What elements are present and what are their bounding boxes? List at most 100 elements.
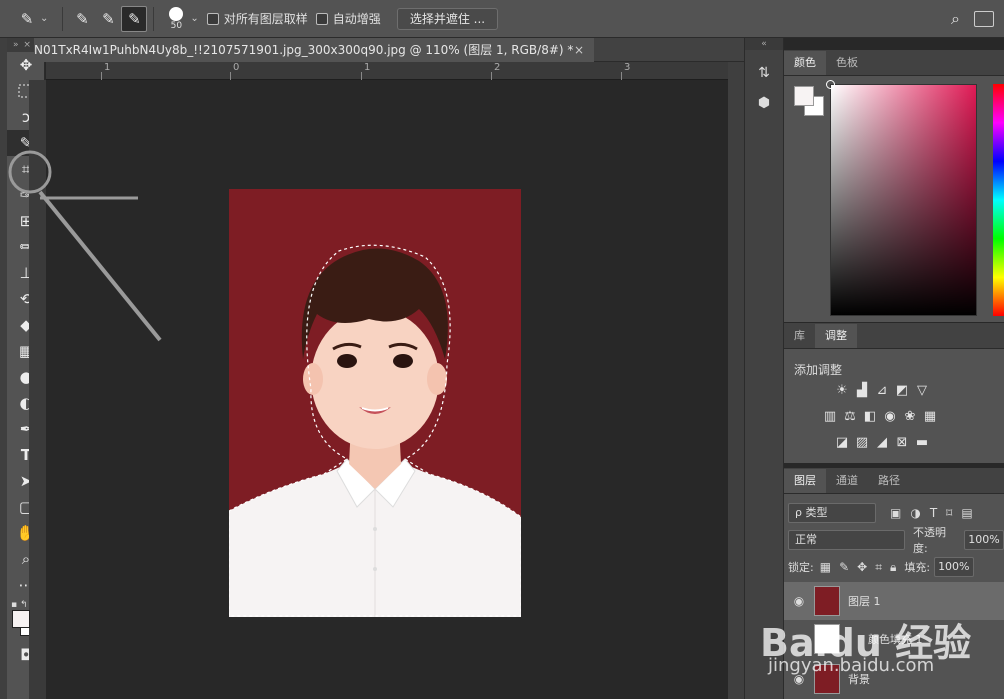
color-balance-icon[interactable]: ⚖ — [842, 409, 858, 425]
hue-slider[interactable] — [993, 84, 1004, 316]
collapse-icon[interactable]: « — [745, 38, 783, 50]
blend-opacity-row: 正常 不透明度: 100% — [788, 526, 1004, 555]
tab-layers[interactable]: 图层 — [784, 469, 826, 493]
fill-label: 填充: — [904, 561, 931, 574]
photo-filter-icon[interactable]: ◉ — [882, 409, 898, 425]
adjustments-panel: 库 调整 添加调整 ☀ ▟ ⊿ ◩ ▽ ▥ ⚖ ◧ ◉ ❀ ▦ ◪ ▨ ◢ ⊠ … — [784, 323, 1004, 463]
add-adjustment-label: 添加调整 — [794, 363, 843, 377]
black-white-icon[interactable]: ◧ — [862, 409, 878, 425]
layer-filter-dropdown[interactable]: ρ 类型 — [788, 503, 876, 523]
tab-libraries[interactable]: 库 — [784, 324, 815, 348]
brush-size-picker[interactable]: 50 — [164, 6, 188, 31]
3d-panel-icon[interactable]: ⬢ — [745, 88, 783, 118]
pixel-filter-icon[interactable]: ▣ — [890, 506, 901, 520]
opacity-label: 不透明度: — [913, 526, 947, 555]
left-edge-strip — [0, 38, 7, 699]
lock-all-icon[interactable]: 🔒︎ — [890, 560, 896, 575]
hue-saturation-icon[interactable]: ▥ — [822, 409, 838, 425]
lock-artboard-icon[interactable]: ⌗ — [875, 560, 882, 575]
tab-channels[interactable]: 通道 — [826, 469, 868, 493]
brush-size-value: 50 — [170, 20, 183, 31]
lock-fill-row: 锁定: ▦ ✎ ✥ ⌗ 🔒︎ 填充: 100% — [788, 555, 1004, 579]
exposure-icon[interactable]: ◩ — [894, 383, 910, 399]
annotation-arrow — [8, 150, 162, 342]
color-picker-handle[interactable] — [826, 80, 835, 89]
foreground-color-swatch[interactable] — [12, 610, 30, 628]
sample-all-layers-label: 对所有图层取样 — [223, 12, 308, 26]
ruler-tick-label: 3 — [624, 62, 631, 73]
opacity-input[interactable]: 100% — [964, 530, 1004, 550]
adjustment-filter-icon[interactable]: ◑ — [910, 506, 920, 520]
workspace-icon[interactable] — [974, 10, 994, 27]
ruler-tick-label: 1 — [104, 62, 111, 73]
adjustment-row: ▥ ⚖ ◧ ◉ ❀ ▦ — [822, 409, 938, 425]
ruler-tick-label: 1 — [364, 62, 371, 73]
tab-adjustments[interactable]: 调整 — [815, 324, 857, 348]
chevron-down-icon[interactable]: ⌄ — [40, 13, 48, 24]
levels-icon[interactable]: ▟ — [854, 383, 870, 399]
threshold-icon[interactable]: ◢ — [874, 435, 890, 451]
tab-paths[interactable]: 路径 — [868, 469, 910, 493]
sample-all-layers-checkbox[interactable]: 对所有图层取样 — [206, 10, 308, 27]
smart-object-filter-icon[interactable]: ▤ — [961, 506, 972, 520]
baidu-watermark-url: jingyan.baidu.com — [768, 655, 935, 676]
layers-panel-tabs: 图层 通道 路径 — [784, 468, 1004, 494]
lock-position-icon[interactable]: ✥ — [857, 560, 867, 575]
auto-enhance-label: 自动增强 — [332, 12, 381, 26]
select-and-mask-button[interactable]: 选择并遮住 ... — [396, 7, 499, 30]
blend-mode-dropdown[interactable]: 正常 — [788, 530, 906, 550]
options-bar: ✎ ⌄ ✎ ✎ ✎ 50 ⌄ 对所有图层取样 自动增强 选择并遮住 ... ⌕ — [0, 0, 1004, 38]
gradient-map-icon[interactable]: ▬ — [914, 435, 930, 451]
color-lookup-icon[interactable]: ▦ — [922, 409, 938, 425]
vertical-scrollbar[interactable] — [728, 62, 744, 699]
lock-label: 锁定: — [788, 561, 814, 574]
curves-icon[interactable]: ⊿ — [874, 383, 890, 399]
ruler-tick-label: 0 — [233, 62, 240, 73]
ruler-tick — [230, 72, 231, 80]
selective-color-icon[interactable]: ⊠ — [894, 435, 910, 451]
channel-mixer-icon[interactable]: ❀ — [902, 409, 918, 425]
type-filter-icon[interactable]: T — [930, 506, 937, 520]
invert-icon[interactable]: ◪ — [834, 435, 850, 451]
vibrance-icon[interactable]: ▽ — [914, 383, 930, 399]
chevron-down-icon[interactable]: ⌄ — [190, 13, 198, 24]
close-icon[interactable]: × — [574, 38, 584, 62]
fill-input[interactable]: 100% — [934, 557, 975, 577]
portrait-image — [229, 189, 521, 617]
adjustments-panel-tabs: 库 调整 — [784, 323, 1004, 349]
posterize-icon[interactable]: ▨ — [854, 435, 870, 451]
brush-tip-icon — [169, 6, 184, 21]
subtract-from-selection-icon[interactable]: ✎ — [121, 5, 148, 32]
adjustment-row: ☀ ▟ ⊿ ◩ ▽ — [834, 383, 930, 399]
document-tab[interactable]: N01TxR4Iw1PuhbN4Uy8b_!!2107571901.jpg_30… — [34, 38, 594, 62]
horizontal-ruler: 1 0 1 2 3 — [46, 62, 728, 80]
brightness-icon[interactable]: ☀ — [834, 383, 850, 399]
ruler-tick — [491, 72, 492, 80]
swap-colors-icon[interactable]: ▪ ↰ — [11, 600, 28, 610]
color-panel-tabs: 颜色 色板 — [784, 50, 1004, 76]
collapsed-panel-strip: « ⇅ ⬢ — [744, 38, 784, 699]
visibility-eye-icon[interactable]: ◉ — [784, 594, 814, 608]
shape-filter-icon[interactable]: ⌑ — [946, 506, 952, 520]
document-tab-title: N01TxR4Iw1PuhbN4Uy8b_!!2107571901.jpg_30… — [34, 43, 574, 57]
search-icon[interactable]: ⌕ — [951, 9, 960, 29]
checkbox-box[interactable] — [206, 12, 219, 25]
lock-image-icon[interactable]: ✎ — [839, 560, 849, 575]
layer-filter-row: ρ 类型 ▣ ◑ T ⌑ ▤ — [788, 501, 1004, 525]
ruler-tick — [621, 72, 622, 80]
document-tab-bar: N01TxR4Iw1PuhbN4Uy8b_!!2107571901.jpg_30… — [34, 38, 744, 62]
tab-color[interactable]: 颜色 — [784, 51, 826, 75]
new-selection-icon[interactable]: ✎ — [69, 6, 95, 32]
quick-selection-preset-icon[interactable]: ✎ — [14, 6, 40, 32]
ruler-tick — [361, 72, 362, 80]
saturation-brightness-field[interactable] — [826, 80, 977, 316]
add-to-selection-icon[interactable]: ✎ — [95, 6, 121, 32]
auto-enhance-checkbox[interactable]: 自动增强 — [315, 10, 381, 27]
foreground-color-swatch[interactable] — [794, 86, 814, 106]
tab-swatches[interactable]: 色板 — [826, 51, 868, 75]
lock-transparent-icon[interactable]: ▦ — [820, 560, 831, 575]
history-panel-icon[interactable]: ⇅ — [745, 58, 783, 88]
checkbox-box[interactable] — [315, 12, 328, 25]
adjustment-row: ◪ ▨ ◢ ⊠ ▬ — [834, 435, 930, 451]
ruler-tick — [101, 72, 102, 80]
